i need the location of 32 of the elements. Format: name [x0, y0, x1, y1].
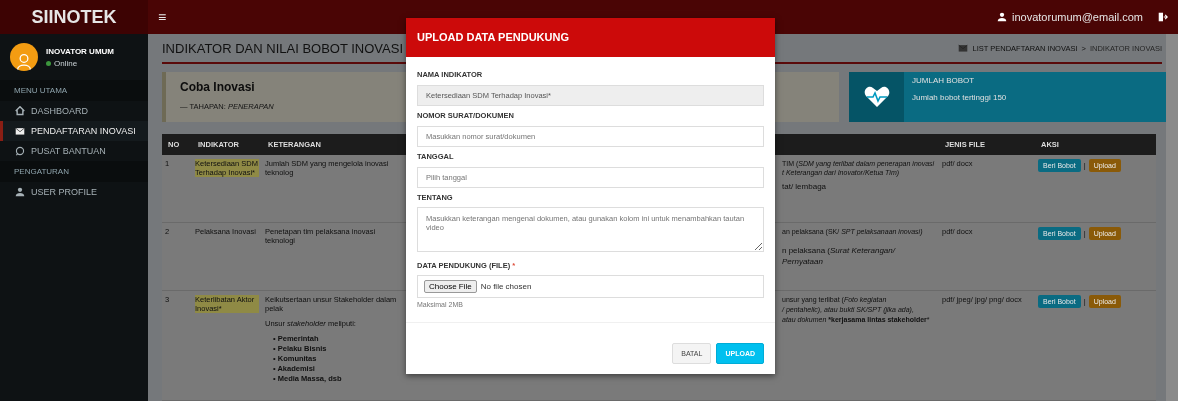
page-title: INDIKATOR DAN NILAI BOBOT INOVASI	[162, 40, 404, 56]
heart-pulse-icon	[863, 85, 890, 108]
mail-icon	[958, 43, 969, 54]
file-field[interactable]: Choose File No file chosen	[417, 275, 764, 298]
user-email[interactable]: inovatorumum@email.com	[1012, 11, 1143, 23]
logout-icon[interactable]	[1158, 12, 1168, 22]
scrollbar[interactable]	[1166, 34, 1178, 401]
menu-section-header: MENU UTAMA	[0, 80, 148, 101]
dialog-title: UPLOAD DATA PENDUKUNG	[406, 18, 775, 57]
user-name: INOVATOR UMUM	[46, 46, 114, 56]
info-text: Jumlah bobot tertinggi 150	[912, 93, 1007, 103]
sidebar-item[interactable]: DASHBOARD	[0, 101, 148, 121]
online-dot-icon	[46, 60, 51, 66]
user-icon	[15, 187, 25, 197]
info-label: JUMLAH BOBOT	[912, 76, 976, 86]
sidebar-item[interactable]: USER PROFILE	[0, 182, 148, 202]
document-text: n pelaksana (Surat Keterangan/ Pernyataan	[782, 244, 897, 268]
brand-logo[interactable]: SIINOTEK	[0, 0, 148, 34]
mail-icon	[15, 126, 25, 136]
choose-file-button[interactable]: Choose File	[424, 280, 477, 293]
avatar-icon	[10, 43, 38, 71]
chat-icon	[15, 146, 25, 156]
sidebar-item[interactable]: PUSAT BANTUAN	[0, 141, 148, 161]
document-text: tat/ lembaga	[782, 181, 828, 193]
user-status: Online	[54, 58, 78, 68]
file-status: No file chosen	[480, 282, 532, 291]
menu-section-header: PENGATURAN	[0, 161, 148, 182]
sidebar-item[interactable]: PENDAFTARAN INOVASI	[0, 121, 148, 141]
user-icon	[997, 12, 1007, 22]
home-icon	[15, 106, 25, 116]
menu-toggle[interactable]: ≡	[158, 9, 167, 25]
innovation-name: Coba Inovasi	[180, 80, 256, 95]
